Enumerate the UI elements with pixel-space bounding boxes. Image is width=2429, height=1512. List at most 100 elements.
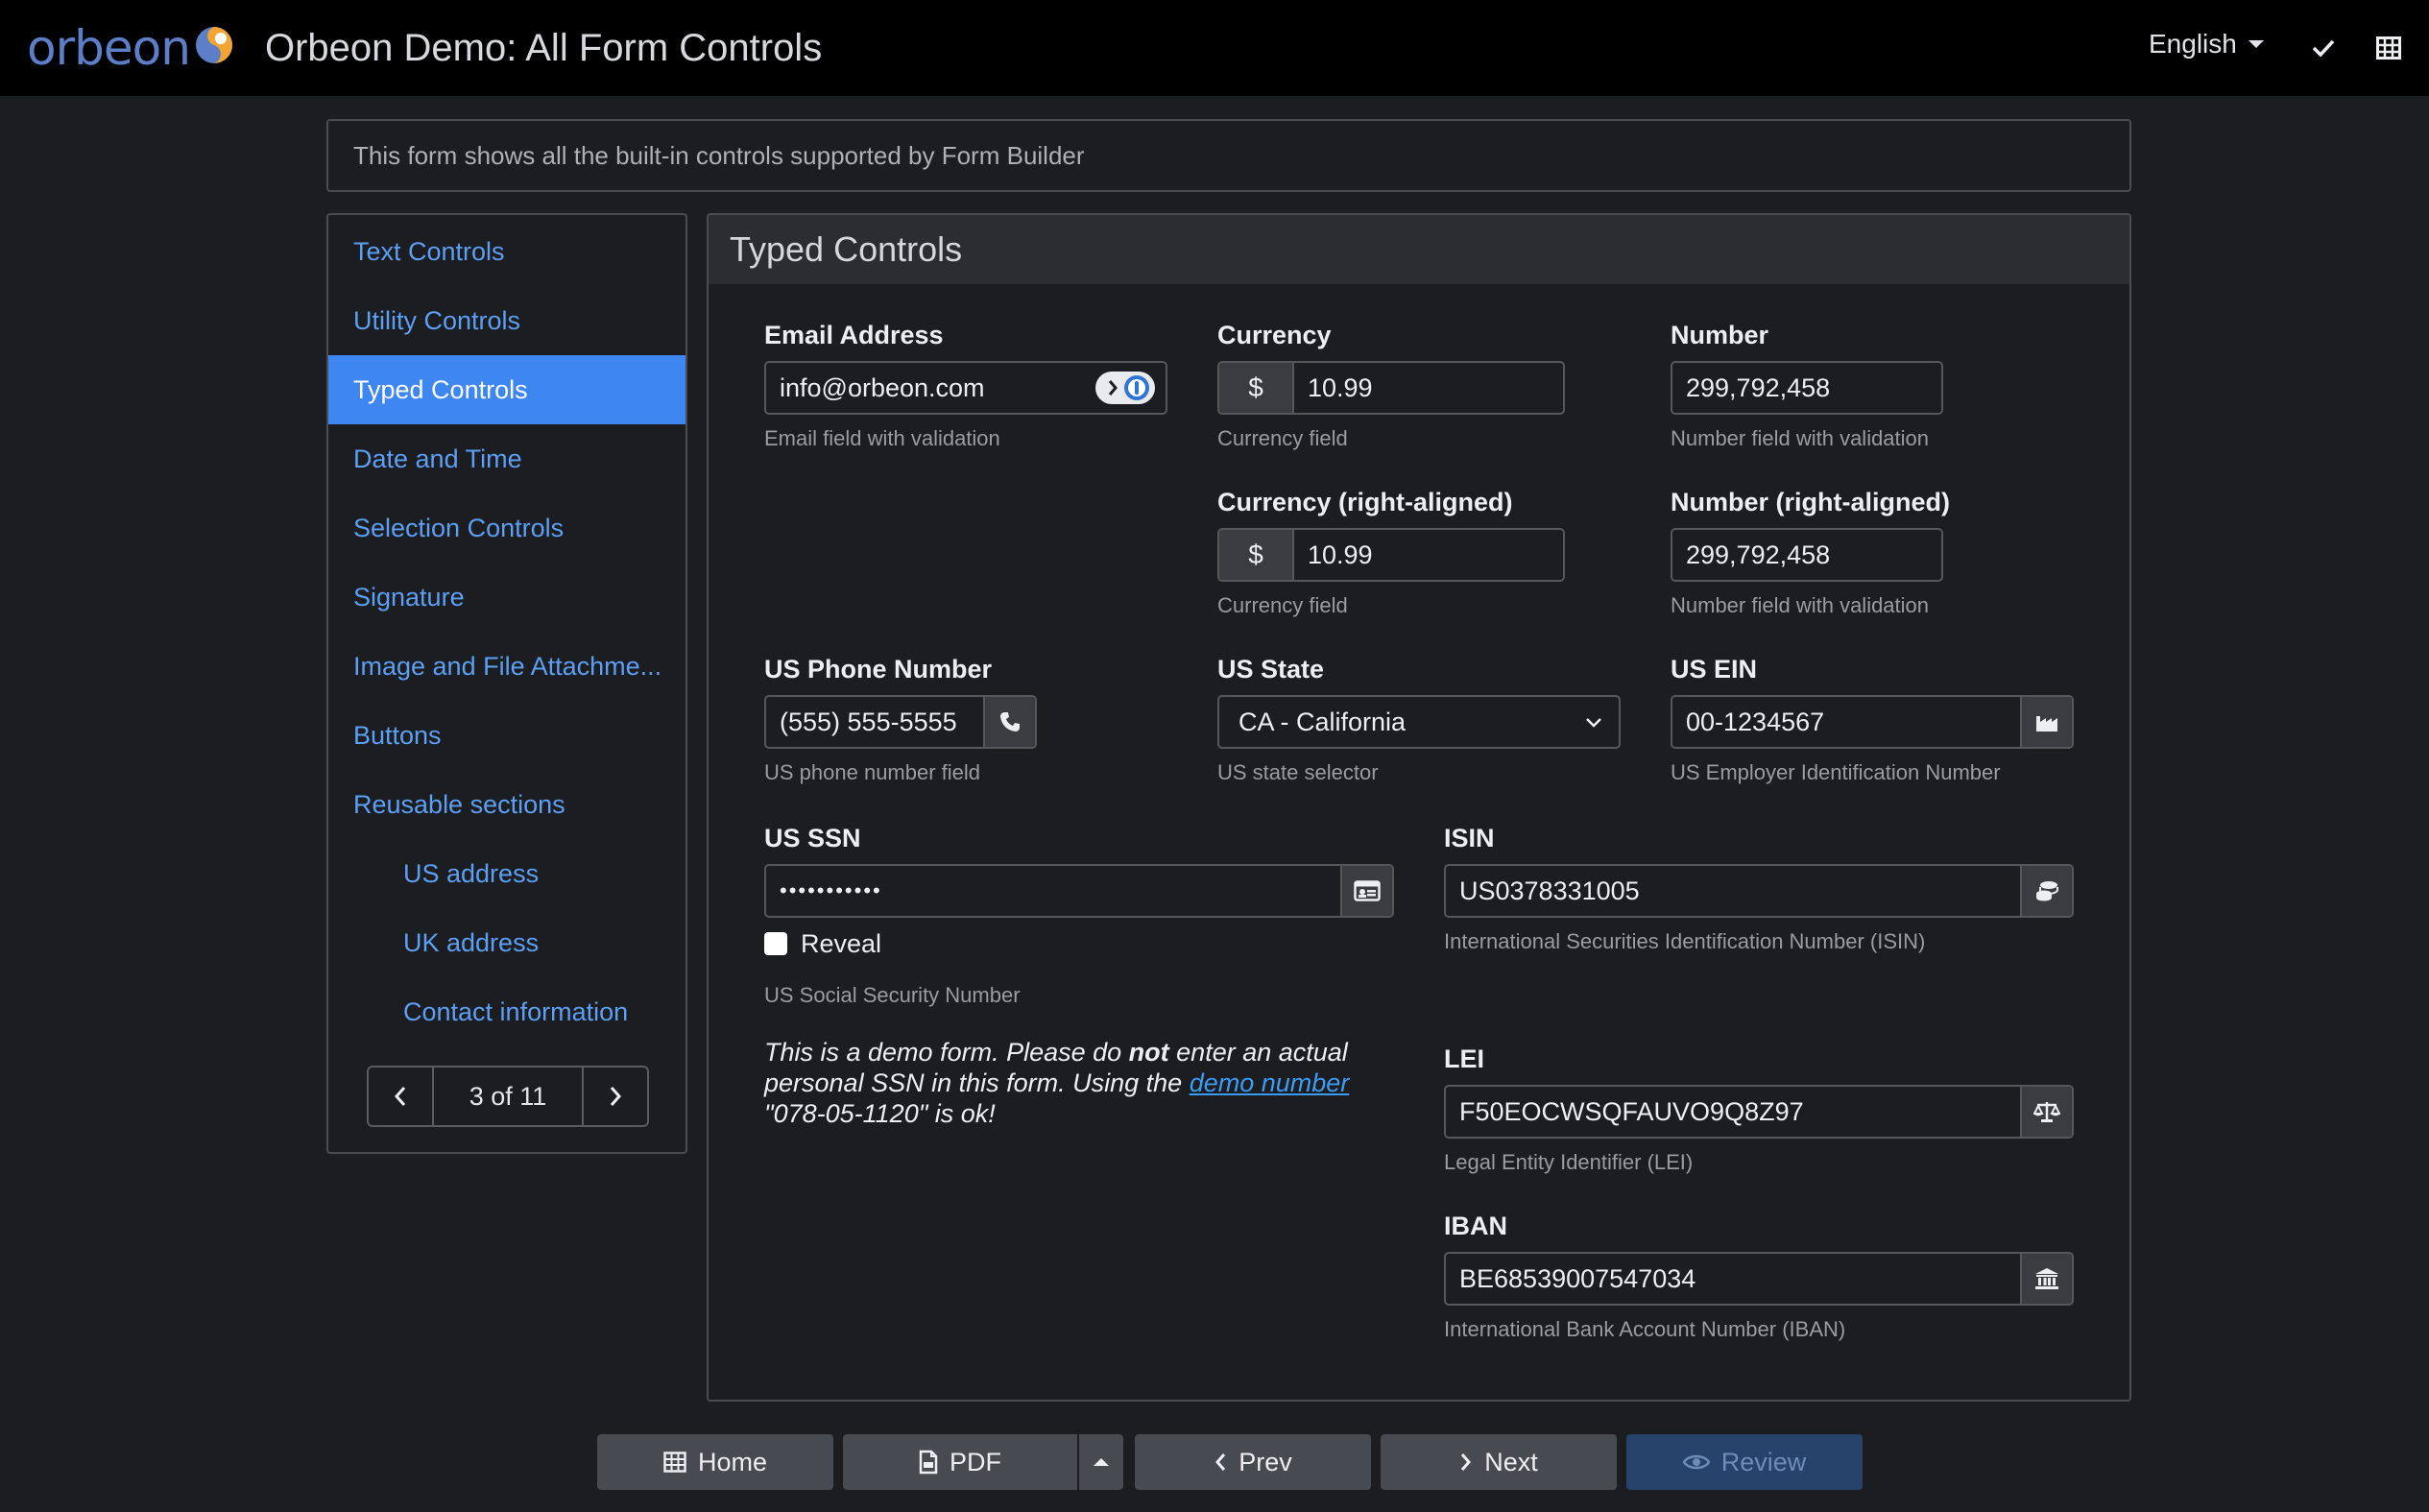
note-text-3: "078-05-1120" is ok!	[764, 1099, 996, 1128]
currency-value: 10.99	[1308, 372, 1373, 402]
pdf-options-toggle[interactable]	[1079, 1434, 1123, 1490]
section-pager: 3 of 11	[367, 1066, 649, 1127]
isin-field[interactable]: US0378331005	[1444, 864, 2074, 918]
currency-right-value: 10.99	[1308, 540, 1373, 569]
lei-hint: Legal Entity Identifier (LEI)	[1444, 1150, 1694, 1174]
pdf-button[interactable]: PDF	[843, 1434, 1077, 1490]
ssn-hint: US Social Security Number	[764, 983, 1021, 1007]
pager-next-button[interactable]	[584, 1068, 647, 1125]
home-button-label: Home	[697, 1447, 768, 1476]
state-value: CA - California	[1239, 707, 1407, 736]
lei-label: LEI	[1444, 1044, 1485, 1073]
chevron-left-icon	[1215, 1453, 1226, 1471]
phone-field[interactable]: (555) 555-5555	[764, 695, 1037, 749]
prev-button-label: Prev	[1239, 1447, 1292, 1476]
review-button[interactable]: Review	[1626, 1434, 1863, 1490]
reveal-checkbox[interactable]	[764, 932, 787, 955]
sidebar-item-signature[interactable]: Signature	[328, 563, 685, 632]
section-title[interactable]: Typed Controls	[709, 215, 2129, 284]
iban-field[interactable]: BE68539007547034	[1444, 1252, 2074, 1306]
currency-right-field[interactable]: $ 10.99	[1217, 528, 1565, 582]
pager-prev-button[interactable]	[369, 1068, 432, 1125]
phone-label: US Phone Number	[764, 655, 993, 684]
email-hint: Email field with validation	[764, 426, 1000, 450]
isin-hint: International Securities Identification …	[1444, 929, 1926, 953]
form-description: This form shows all the built-in control…	[326, 119, 2131, 192]
next-button-label: Next	[1484, 1447, 1538, 1476]
ein-hint: US Employer Identification Number	[1671, 760, 2001, 784]
lei-field[interactable]: F50EOCWSQFAUVO9Q8Z97	[1444, 1085, 2074, 1139]
number-label: Number	[1671, 321, 1769, 349]
ein-value: 00-1234567	[1686, 707, 1825, 736]
chevron-right-icon	[610, 1087, 622, 1106]
sidebar-item-typed-controls[interactable]: Typed Controls	[328, 355, 685, 424]
state-hint: US state selector	[1217, 760, 1379, 784]
chevron-left-icon	[394, 1087, 406, 1106]
top-bar: orbeon Orbeon Demo: All Form Controls En…	[0, 0, 2429, 96]
phone-value: (555) 555-5555	[780, 707, 957, 736]
state-label: US State	[1217, 655, 1325, 684]
number-value: 299,792,458	[1686, 372, 1831, 402]
eye-icon	[1682, 1454, 1710, 1470]
iban-hint: International Bank Account Number (IBAN)	[1444, 1317, 1846, 1341]
sidebar-item-reusable-sections[interactable]: Reusable sections	[328, 770, 685, 839]
language-selector[interactable]: English	[2149, 29, 2264, 60]
logo-wordmark: orbeon	[27, 20, 191, 76]
sidebar-item-utility-controls[interactable]: Utility Controls	[328, 286, 685, 355]
note-bold: not	[1128, 1038, 1169, 1067]
orbeon-logo[interactable]: orbeon	[27, 21, 234, 75]
chevron-down-icon	[1584, 715, 1603, 729]
number-right-label: Number (right-aligned)	[1671, 488, 1950, 516]
sidebar-item-selection-controls[interactable]: Selection Controls	[328, 493, 685, 563]
bank-icon	[2020, 1254, 2072, 1304]
ssn-warning-note: This is a demo form. Please do not enter…	[764, 1037, 1359, 1129]
scale-balance-icon	[2020, 1087, 2072, 1137]
sidebar-item-contact-information[interactable]: Contact information	[328, 977, 685, 1046]
ein-label: US EIN	[1671, 655, 1758, 684]
sidebar-item-image-file-attachments[interactable]: Image and File Attachme...	[328, 632, 685, 701]
currency-label: Currency	[1217, 321, 1332, 349]
chevron-right-icon	[1461, 1453, 1472, 1471]
reveal-label[interactable]: Reveal	[801, 929, 881, 959]
currency-symbol: $	[1219, 363, 1294, 413]
phone-hint: US phone number field	[764, 760, 981, 784]
prev-button[interactable]: Prev	[1135, 1434, 1371, 1490]
email-field[interactable]: info@orbeon.com	[764, 361, 1167, 415]
number-hint: Number field with validation	[1671, 426, 1930, 450]
ein-field[interactable]: 00-1234567	[1671, 695, 2074, 749]
checkmark-icon[interactable]	[2306, 31, 2341, 65]
number-field[interactable]: 299,792,458	[1671, 361, 1943, 415]
table-grid-icon	[663, 1452, 686, 1473]
password-manager-icon[interactable]	[1094, 371, 1156, 405]
sidebar-item-uk-address[interactable]: UK address	[328, 908, 685, 977]
phone-icon	[983, 697, 1035, 747]
sidebar-item-buttons[interactable]: Buttons	[328, 701, 685, 770]
chevron-down-icon	[2248, 40, 2264, 48]
number-right-value: 299,792,458	[1686, 540, 1831, 569]
lei-value: F50EOCWSQFAUVO9Q8Z97	[1459, 1096, 1804, 1126]
sidebar-item-text-controls[interactable]: Text Controls	[328, 217, 685, 286]
demo-number-link[interactable]: demo number	[1190, 1068, 1350, 1097]
factory-icon	[2020, 697, 2072, 747]
number-right-hint: Number field with validation	[1671, 593, 1930, 617]
email-value: info@orbeon.com	[780, 372, 985, 402]
number-right-field[interactable]: 299,792,458	[1671, 528, 1943, 582]
id-card-icon	[1340, 866, 1392, 916]
sidebar-item-us-address[interactable]: US address	[328, 839, 685, 908]
currency-hint: Currency field	[1217, 426, 1348, 450]
currency-field[interactable]: $ 10.99	[1217, 361, 1565, 415]
pdf-file-icon	[919, 1450, 938, 1475]
ssn-value: •••••••••••	[780, 878, 882, 902]
state-select[interactable]: CA - California	[1217, 695, 1621, 749]
home-button[interactable]: Home	[597, 1434, 833, 1490]
app-title: Orbeon Demo: All Form Controls	[265, 27, 823, 69]
next-button[interactable]: Next	[1381, 1434, 1617, 1490]
logo-mark-icon	[195, 27, 232, 63]
ssn-field[interactable]: •••••••••••	[764, 864, 1394, 918]
table-grid-icon[interactable]	[2371, 31, 2406, 65]
currency-right-label: Currency (right-aligned)	[1217, 488, 1513, 516]
sidebar-item-date-and-time[interactable]: Date and Time	[328, 424, 685, 493]
currency-right-symbol: $	[1219, 530, 1294, 580]
iban-value: BE68539007547034	[1459, 1263, 1696, 1293]
note-text-1: This is a demo form. Please do	[764, 1038, 1129, 1067]
